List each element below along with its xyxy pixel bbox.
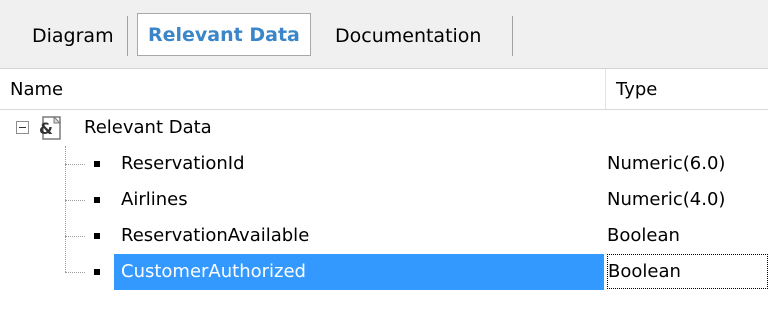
variable-bullet-icon — [94, 161, 100, 167]
tab-bar: Diagram Relevant Data Documentation — [0, 0, 768, 69]
column-header-name[interactable]: Name — [0, 69, 605, 109]
item-type: Numeric(6.0) — [607, 153, 726, 174]
tree-item-row[interactable]: Airlines Numeric(4.0) — [0, 182, 768, 218]
column-header-type[interactable]: Type — [606, 69, 768, 109]
item-type: Boolean — [607, 225, 680, 246]
tab-separator — [127, 16, 128, 56]
tab-documentation[interactable]: Documentation — [325, 16, 491, 56]
tab-separator — [512, 16, 513, 56]
item-name: CustomerAuthorized — [121, 261, 306, 282]
tab-relevant-data[interactable]: Relevant Data — [137, 13, 311, 56]
tree-item-row-selected[interactable]: CustomerAuthorized Boolean — [0, 254, 768, 290]
item-name: Airlines — [121, 189, 188, 210]
tree-branch-line — [65, 200, 85, 201]
tree-branch-line — [65, 164, 85, 165]
item-name: ReservationId — [121, 153, 245, 174]
collapse-toggle-icon[interactable] — [16, 121, 29, 134]
tree-item-row[interactable]: ReservationId Numeric(6.0) — [0, 146, 768, 182]
variable-bullet-icon — [94, 233, 100, 239]
ampersand-document-icon: & — [39, 115, 62, 140]
tree-item-row[interactable]: ReservationAvailable Boolean — [0, 218, 768, 254]
tab-diagram[interactable]: Diagram — [22, 16, 124, 56]
item-type-focused[interactable]: Boolean — [607, 254, 768, 289]
variable-bullet-icon — [94, 269, 100, 275]
variable-bullet-icon — [94, 197, 100, 203]
item-name: ReservationAvailable — [121, 225, 310, 246]
tree-root-label: Relevant Data — [84, 117, 212, 138]
item-type: Numeric(4.0) — [607, 189, 726, 210]
tree-root-row[interactable]: & Relevant Data — [0, 110, 768, 146]
tree-branch-line — [65, 236, 85, 237]
column-header-row: Name Type — [0, 69, 768, 110]
svg-text:&: & — [39, 119, 53, 138]
tree-branch-line — [65, 272, 85, 273]
